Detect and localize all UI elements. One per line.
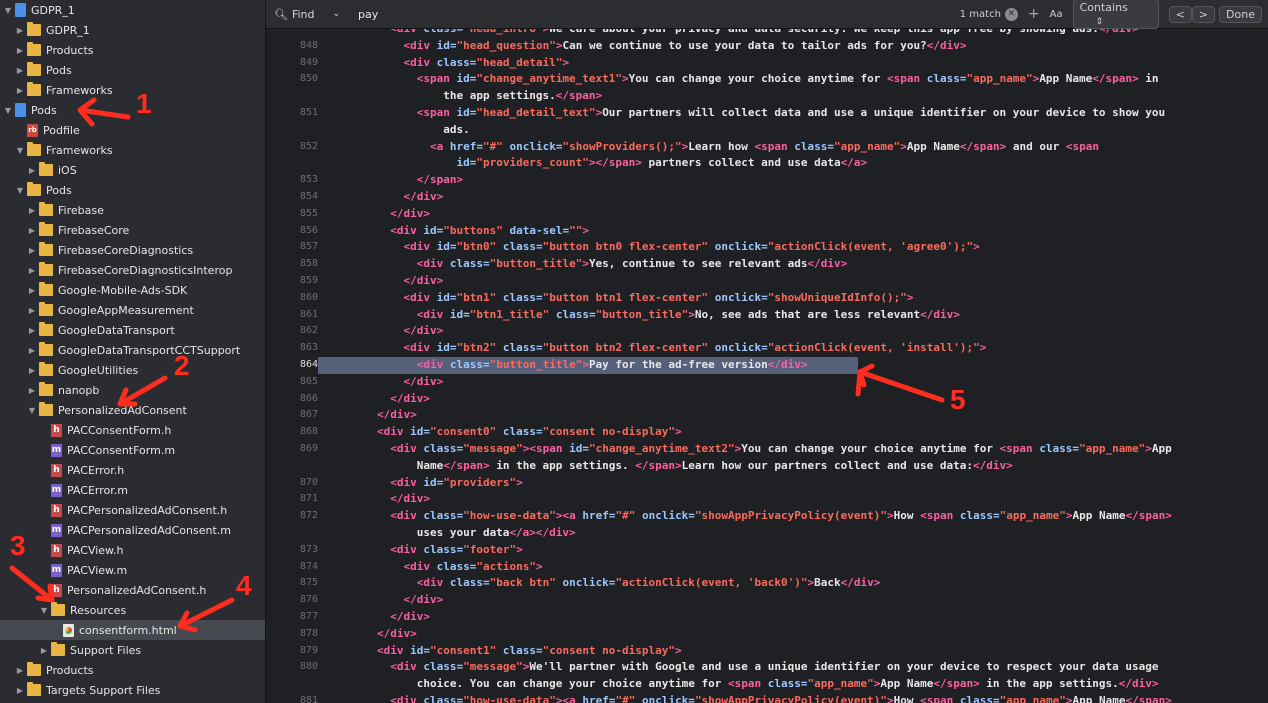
annotation-number-4: 4 [236,570,252,601]
arrow-4 [177,597,235,633]
arrow-1 [77,97,131,127]
annotation-number-1: 1 [136,88,152,119]
arrow-2 [117,375,168,407]
annotation-number-2: 2 [174,350,190,381]
annotation-number-5: 5 [950,384,966,415]
annotation-arrows [9,97,945,633]
annotation-number-3: 3 [10,530,26,561]
arrow-3 [9,565,55,603]
arrow-5 [855,363,945,403]
